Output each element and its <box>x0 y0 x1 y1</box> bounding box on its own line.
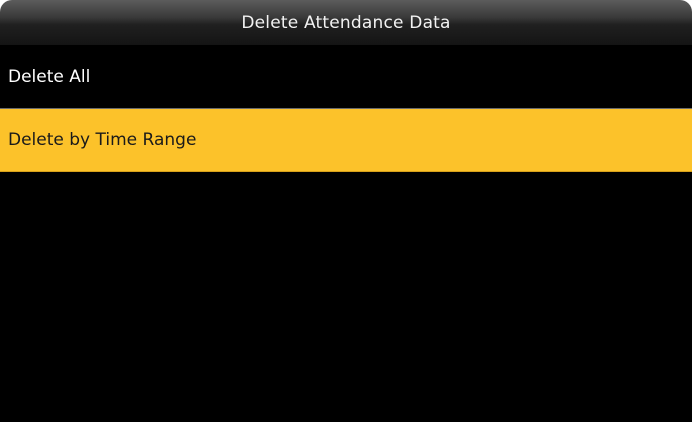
menu-item-label: Delete All <box>8 67 91 87</box>
device-screen: Delete Attendance Data Delete All Delete… <box>0 0 692 422</box>
page-title: Delete Attendance Data <box>241 13 451 33</box>
menu-item-delete-all[interactable]: Delete All <box>0 46 692 109</box>
menu-list: Delete All Delete by Time Range <box>0 46 692 422</box>
menu-item-delete-by-time-range[interactable]: Delete by Time Range <box>0 109 692 172</box>
title-bar: Delete Attendance Data <box>0 0 692 46</box>
menu-item-label: Delete by Time Range <box>8 130 197 150</box>
